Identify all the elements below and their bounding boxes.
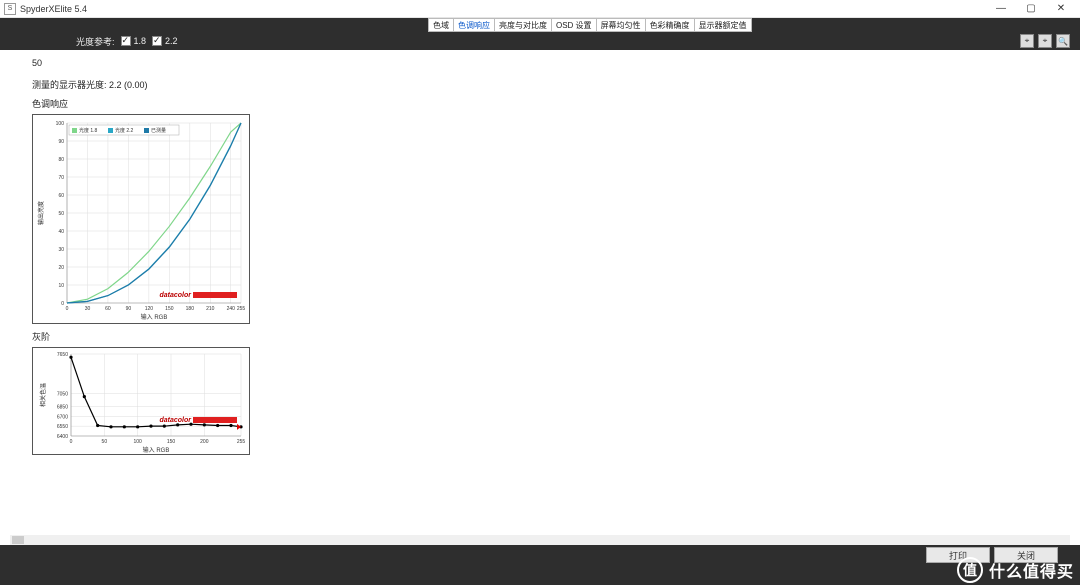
measured-gamma-line: 测量的显示器光度: 2.2 (0.00): [32, 78, 1048, 91]
horizontal-scrollbar[interactable]: [10, 535, 1070, 545]
svg-text:150: 150: [167, 439, 176, 445]
svg-text:70: 70: [58, 175, 64, 181]
tab-strip: 色域色调响应亮度与对比度OSD 设置屏幕均匀性色彩精确度显示器额定值: [0, 18, 1080, 32]
gamma-label-2-2: 2.2: [165, 36, 178, 46]
svg-text:90: 90: [58, 139, 64, 145]
svg-text:6400: 6400: [57, 434, 68, 440]
content-area: 50 测量的显示器光度: 2.2 (0.00) 色调响应 0 30 60 90 120 1…: [10, 50, 1070, 541]
gamma-reference-label: 光度参考:: [76, 35, 115, 48]
tab-0[interactable]: 色域: [428, 18, 454, 32]
svg-text:255: 255: [237, 439, 246, 445]
svg-text:200: 200: [200, 439, 209, 445]
watermark-text: 什么值得买: [989, 558, 1074, 582]
svg-text:120: 120: [145, 306, 154, 312]
svg-text:6550: 6550: [57, 424, 68, 430]
footer-bar: 打印 关闭 值 什么值得买: [0, 545, 1080, 585]
svg-text:6700: 6700: [57, 414, 68, 420]
svg-text:60: 60: [105, 306, 111, 312]
watermark: 值 什么值得买: [957, 557, 1074, 583]
svg-text:255: 255: [237, 306, 246, 312]
svg-text:光度 2.2: 光度 2.2: [115, 127, 134, 134]
svg-text:100: 100: [56, 121, 65, 127]
svg-text:输出亮度: 输出亮度: [37, 201, 45, 225]
toolbar: 光度参考: 1.8 2.2 ⌖ ⌖ 🔍: [0, 32, 1080, 50]
gamma-label-1-8: 1.8: [134, 36, 147, 46]
svg-text:输入 RGB: 输入 RGB: [141, 313, 168, 321]
svg-text:20: 20: [58, 265, 64, 271]
scrollbar-thumb[interactable]: [12, 536, 24, 544]
svg-text:240: 240: [227, 306, 236, 312]
tone-response-title: 色调响应: [32, 97, 1048, 110]
svg-text:90: 90: [126, 306, 132, 312]
tab-6[interactable]: 显示器额定值: [695, 18, 752, 32]
window-minimize-button[interactable]: —: [986, 1, 1016, 17]
svg-text:7650: 7650: [57, 352, 68, 358]
gamma-checkbox-1-8[interactable]: [121, 36, 131, 46]
svg-text:60: 60: [58, 193, 64, 199]
svg-text:180: 180: [186, 306, 195, 312]
app-icon: S: [4, 3, 16, 15]
svg-text:10: 10: [58, 283, 64, 289]
svg-text:100: 100: [133, 439, 142, 445]
tab-1[interactable]: 色调响应: [454, 18, 495, 32]
svg-text:输入 RGB: 输入 RGB: [143, 446, 170, 454]
toolbar-icon-2[interactable]: ⌖: [1038, 34, 1052, 48]
grayscale-title: 灰阶: [32, 330, 1048, 343]
svg-text:7050: 7050: [57, 391, 68, 397]
tab-3[interactable]: OSD 设置: [552, 18, 597, 32]
svg-text:30: 30: [58, 247, 64, 253]
watermark-circle-icon: 值: [957, 557, 983, 583]
svg-text:6850: 6850: [57, 404, 68, 410]
toolbar-icon-1[interactable]: ⌖: [1020, 34, 1034, 48]
svg-text:50: 50: [58, 211, 64, 217]
svg-text:已测量: 已测量: [151, 127, 166, 134]
svg-text:0: 0: [70, 439, 73, 445]
svg-text:0: 0: [66, 306, 69, 312]
tab-2[interactable]: 亮度与对比度: [495, 18, 552, 32]
tab-4[interactable]: 屏幕均匀性: [597, 18, 646, 32]
svg-text:80: 80: [58, 157, 64, 163]
window-maximize-button[interactable]: ▢: [1016, 1, 1046, 17]
svg-text:datacolor: datacolor: [159, 417, 192, 424]
zoom-icon[interactable]: 🔍: [1056, 34, 1070, 48]
svg-text:0: 0: [61, 301, 64, 307]
svg-text:30: 30: [85, 306, 91, 312]
svg-text:datacolor: datacolor: [159, 292, 192, 299]
svg-text:相关色温: 相关色温: [39, 383, 47, 407]
svg-text:40: 40: [58, 229, 64, 235]
tone-response-chart: 0 30 60 90 120 150 180 210 240255 0 10 20 30 40 50 60 70…: [32, 114, 250, 324]
grayscale-chart: 0 50 100 150 200 255 6400 6550 6700 6850 7050 7650 输…: [32, 347, 250, 455]
svg-text:光度 1.8: 光度 1.8: [79, 127, 98, 134]
svg-text:50: 50: [102, 439, 108, 445]
gamma-checkbox-2-2[interactable]: [152, 36, 162, 46]
svg-text:150: 150: [165, 306, 174, 312]
window-close-button[interactable]: ✕: [1046, 1, 1076, 17]
window-titlebar: S SpyderXElite 5.4 — ▢ ✕: [0, 0, 1080, 18]
window-title: SpyderXElite 5.4: [20, 4, 87, 14]
svg-text:210: 210: [206, 306, 215, 312]
top-value: 50: [32, 58, 1048, 68]
tab-5[interactable]: 色彩精确度: [646, 18, 695, 32]
